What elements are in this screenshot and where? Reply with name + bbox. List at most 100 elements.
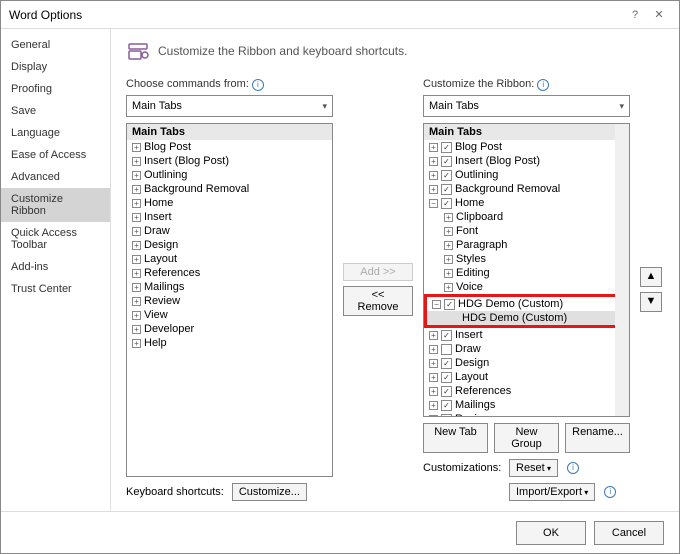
expander-icon[interactable]: + [444, 213, 453, 222]
sidebar-item-advanced[interactable]: Advanced [1, 166, 110, 188]
checkbox[interactable] [441, 372, 452, 383]
tree-item-hdg-demo-group[interactable]: HDG Demo (Custom) [427, 311, 626, 325]
checkbox[interactable] [441, 170, 452, 181]
expander-icon[interactable]: − [429, 199, 438, 208]
tree-item[interactable]: +Styles [424, 252, 629, 266]
tree-item[interactable]: +Draw [424, 342, 629, 356]
ok-button[interactable]: OK [516, 521, 586, 545]
expander-icon[interactable]: + [444, 283, 453, 292]
reset-button[interactable]: Reset [509, 459, 558, 477]
tree-item[interactable]: +Design [424, 356, 629, 370]
expander-icon[interactable]: + [132, 171, 141, 180]
expander-icon[interactable]: + [429, 401, 438, 410]
expander-icon[interactable]: + [429, 185, 438, 194]
tree-item[interactable]: −Home [424, 196, 629, 210]
expander-icon[interactable]: + [444, 269, 453, 278]
cancel-button[interactable]: Cancel [594, 521, 664, 545]
tree-item[interactable]: +Developer [127, 322, 332, 336]
checkbox[interactable] [441, 344, 452, 355]
tree-item[interactable]: +Insert [424, 328, 629, 342]
tree-item[interactable]: +References [424, 384, 629, 398]
expander-icon[interactable]: + [429, 331, 438, 340]
tree-item[interactable]: +Voice [424, 280, 629, 294]
tree-item[interactable]: +Insert (Blog Post) [424, 154, 629, 168]
choose-commands-dropdown[interactable]: Main Tabs [126, 95, 333, 117]
tree-item[interactable]: +Blog Post [424, 140, 629, 154]
expander-icon[interactable]: + [429, 143, 438, 152]
checkbox[interactable] [441, 400, 452, 411]
expander-icon[interactable]: + [132, 213, 141, 222]
info-icon[interactable]: i [252, 79, 264, 91]
sidebar-item-save[interactable]: Save [1, 100, 110, 122]
tree-item[interactable]: +Design [127, 238, 332, 252]
sidebar-item-ease-of-access[interactable]: Ease of Access [1, 144, 110, 166]
tree-item[interactable]: +Outlining [127, 168, 332, 182]
tree-item[interactable]: +Outlining [424, 168, 629, 182]
move-up-button[interactable]: ▲ [640, 267, 662, 287]
tree-item[interactable]: +Layout [424, 370, 629, 384]
import-export-button[interactable]: Import/Export [509, 483, 595, 501]
expander-icon[interactable]: + [132, 297, 141, 306]
checkbox[interactable] [441, 386, 452, 397]
tree-item[interactable]: +Review [424, 412, 629, 417]
move-down-button[interactable]: ▼ [640, 292, 662, 312]
expander-icon[interactable]: + [132, 269, 141, 278]
tree-item[interactable]: +Draw [127, 224, 332, 238]
sidebar-item-trust-center[interactable]: Trust Center [1, 278, 110, 300]
expander-icon[interactable]: + [429, 359, 438, 368]
tree-item[interactable]: +Insert (Blog Post) [127, 154, 332, 168]
expander-icon[interactable]: + [132, 157, 141, 166]
tree-item-hdg-demo[interactable]: −HDG Demo (Custom) [427, 297, 626, 311]
expander-icon[interactable]: + [132, 241, 141, 250]
customize-shortcuts-button[interactable]: Customize... [232, 483, 307, 501]
customize-ribbon-dropdown[interactable]: Main Tabs [423, 95, 630, 117]
new-tab-button[interactable]: New Tab [423, 423, 488, 453]
expander-icon[interactable]: + [444, 241, 453, 250]
info-icon[interactable]: i [537, 79, 549, 91]
remove-button[interactable]: << Remove [343, 286, 413, 316]
expander-icon[interactable]: + [132, 325, 141, 334]
sidebar-item-proofing[interactable]: Proofing [1, 78, 110, 100]
checkbox[interactable] [441, 358, 452, 369]
expander-icon[interactable]: + [429, 373, 438, 382]
checkbox[interactable] [444, 299, 455, 310]
expander-icon[interactable]: + [132, 227, 141, 236]
checkbox[interactable] [441, 142, 452, 153]
expander-icon[interactable]: + [132, 143, 141, 152]
tree-item[interactable]: +Mailings [424, 398, 629, 412]
tree-item[interactable]: +Mailings [127, 280, 332, 294]
expander-icon[interactable]: + [429, 345, 438, 354]
expander-icon[interactable]: + [444, 255, 453, 264]
checkbox[interactable] [441, 156, 452, 167]
tree-item[interactable]: +Layout [127, 252, 332, 266]
sidebar-item-customize-ribbon[interactable]: Customize Ribbon [1, 188, 110, 222]
tree-item[interactable]: +Review [127, 294, 332, 308]
tree-item[interactable]: +Background Removal [127, 182, 332, 196]
tree-item[interactable]: +Font [424, 224, 629, 238]
checkbox[interactable] [441, 198, 452, 209]
ribbon-tree[interactable]: Main Tabs +Blog Post +Insert (Blog Post)… [423, 123, 630, 417]
expander-icon[interactable]: − [432, 300, 441, 309]
expander-icon[interactable]: + [132, 199, 141, 208]
help-button[interactable]: ? [623, 9, 647, 21]
sidebar-item-add-ins[interactable]: Add-ins [1, 256, 110, 278]
expander-icon[interactable]: + [429, 415, 438, 418]
expander-icon[interactable]: + [132, 185, 141, 194]
info-icon[interactable]: i [567, 462, 579, 474]
expander-icon[interactable]: + [429, 171, 438, 180]
tree-item[interactable]: +Editing [424, 266, 629, 280]
tree-item[interactable]: +Background Removal [424, 182, 629, 196]
tree-item[interactable]: +Blog Post [127, 140, 332, 154]
tree-item[interactable]: +Insert [127, 210, 332, 224]
expander-icon[interactable]: + [132, 255, 141, 264]
sidebar-item-language[interactable]: Language [1, 122, 110, 144]
checkbox[interactable] [441, 330, 452, 341]
expander-icon[interactable]: + [444, 227, 453, 236]
expander-icon[interactable]: + [132, 283, 141, 292]
expander-icon[interactable]: + [429, 387, 438, 396]
tree-item[interactable]: +Home [127, 196, 332, 210]
sidebar-item-general[interactable]: General [1, 34, 110, 56]
info-icon[interactable]: i [604, 486, 616, 498]
expander-icon[interactable]: + [132, 311, 141, 320]
checkbox[interactable] [441, 414, 452, 418]
